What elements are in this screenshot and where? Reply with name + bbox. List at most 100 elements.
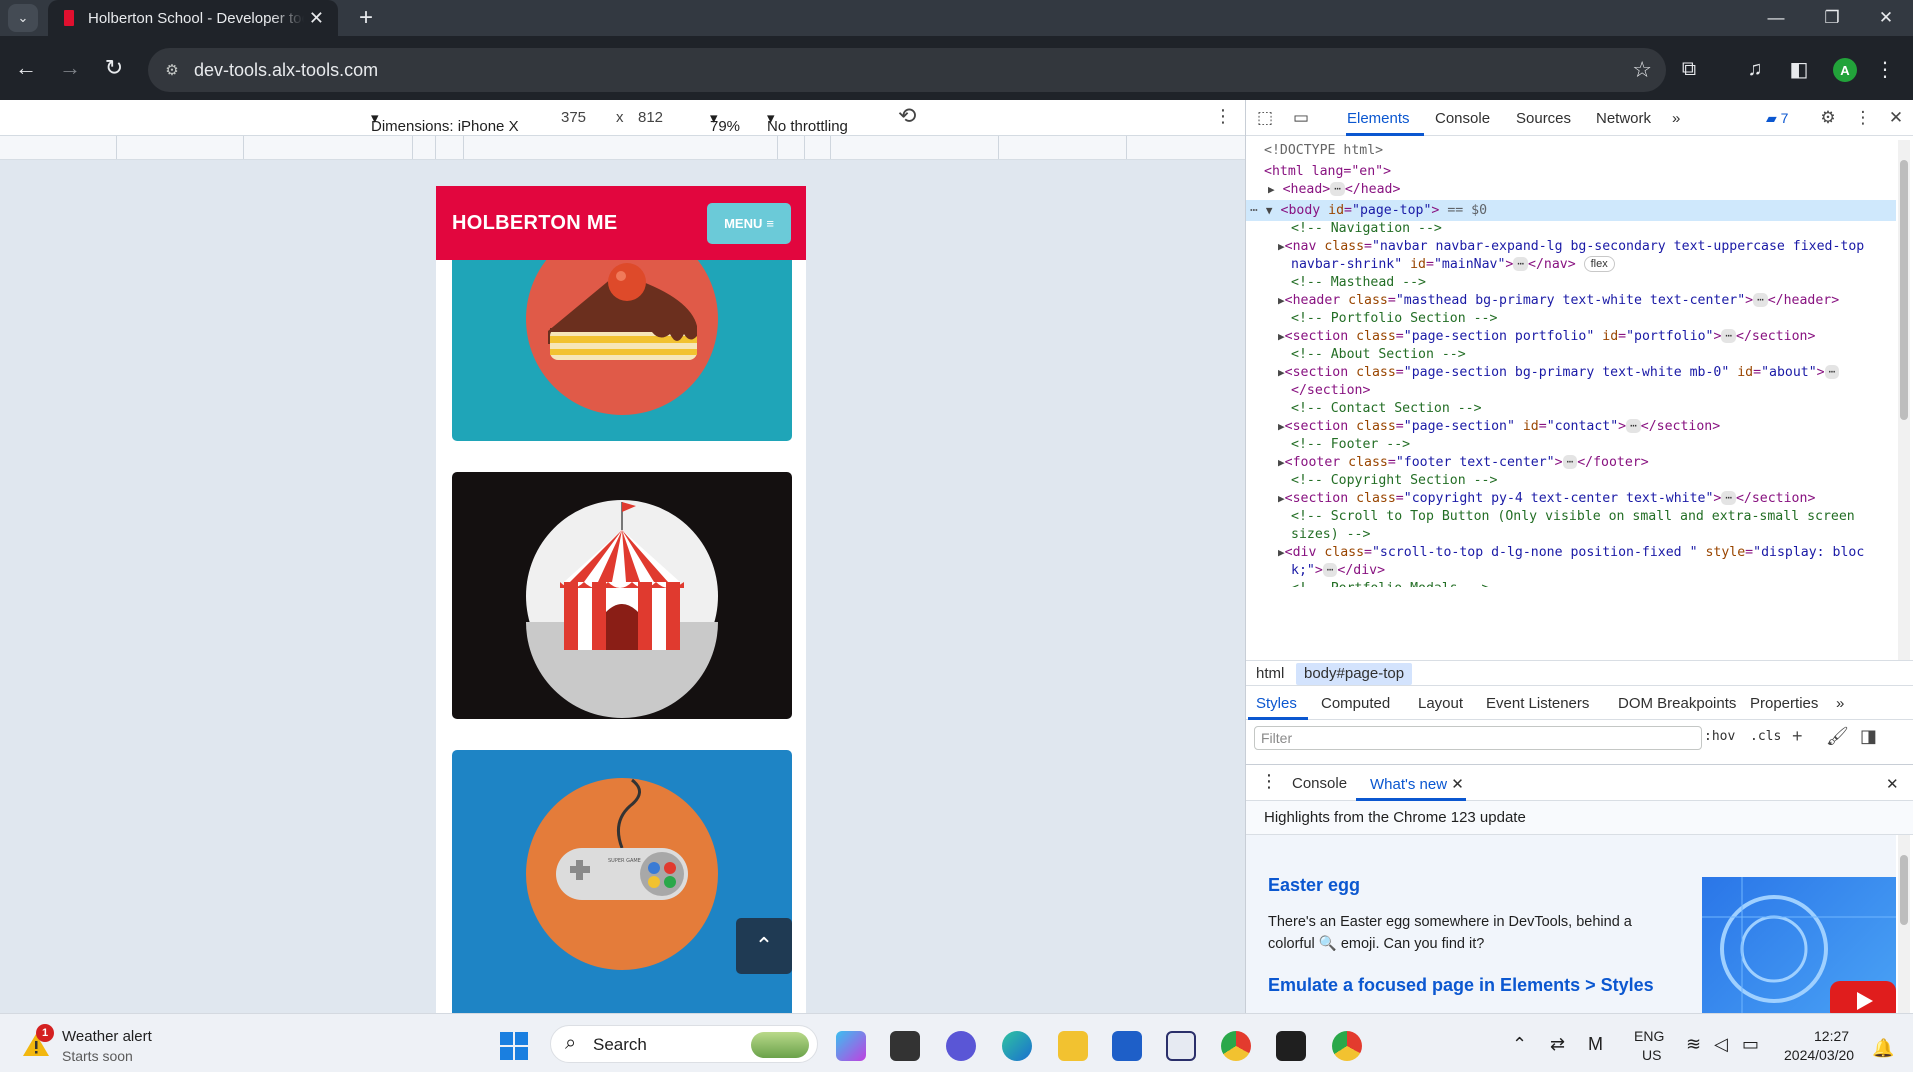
address-bar[interactable]: ⚙ dev-tools.alx-tools.com ☆ bbox=[148, 48, 1666, 92]
rotate-icon[interactable]: ⟲ bbox=[898, 103, 916, 129]
easter-egg-title[interactable]: Easter egg bbox=[1268, 875, 1360, 896]
wifi-icon[interactable]: ≋ bbox=[1686, 1034, 1701, 1055]
taskbar-search[interactable]: ⌕ Search bbox=[550, 1025, 818, 1063]
hov-toggle[interactable]: :hov bbox=[1704, 729, 1735, 744]
collapse-arrow-icon[interactable]: ▼ bbox=[1266, 204, 1273, 217]
drawer-tab-whats-new[interactable]: What's new ✕ bbox=[1370, 775, 1464, 793]
row-menu-dots-icon[interactable]: ⋯ bbox=[1250, 203, 1258, 218]
device-toggle-icon[interactable]: ▭ bbox=[1290, 107, 1312, 129]
paint-brush-icon[interactable]: 🖌 bbox=[1826, 726, 1849, 747]
drawer-scrollbar-thumb[interactable] bbox=[1900, 855, 1908, 925]
minimize-button[interactable]: — bbox=[1750, 0, 1802, 36]
reload-button[interactable]: ↻ bbox=[100, 54, 128, 82]
device-dimensions-select[interactable]: Dimensions: iPhone X ▾ bbox=[371, 109, 519, 135]
styles-filter-input[interactable]: Filter bbox=[1254, 726, 1702, 750]
windows-start-icon[interactable] bbox=[500, 1032, 528, 1060]
breadcrumb-html[interactable]: html bbox=[1256, 665, 1284, 682]
inspect-element-icon[interactable]: ⬚ bbox=[1254, 107, 1276, 129]
tab-search-button[interactable]: ⌄ bbox=[8, 4, 38, 32]
terminal-icon[interactable] bbox=[1276, 1031, 1306, 1061]
browser-tab[interactable]: Holberton School - Developer tools ✕ bbox=[48, 0, 338, 36]
tray-mail-icon[interactable]: M bbox=[1588, 1034, 1603, 1055]
settings-gear-icon[interactable]: ⚙ bbox=[1817, 107, 1839, 129]
bookmark-star-icon[interactable]: ☆ bbox=[1632, 57, 1652, 83]
back-button[interactable]: ← bbox=[12, 54, 40, 82]
copilot-icon[interactable] bbox=[836, 1031, 866, 1061]
portfolio-item-circus[interactable] bbox=[452, 472, 792, 719]
media-controls-icon[interactable]: ♫ bbox=[1742, 56, 1768, 82]
drawer-tab-console[interactable]: Console bbox=[1292, 775, 1347, 792]
chrome-icon[interactable] bbox=[1221, 1031, 1251, 1061]
weather-subtitle[interactable]: Starts soon bbox=[62, 1048, 133, 1064]
file-explorer-icon[interactable] bbox=[1058, 1031, 1088, 1061]
emulate-focused-title[interactable]: Emulate a focused page in Elements > Sty… bbox=[1268, 975, 1654, 996]
microsoft-store-icon[interactable] bbox=[1112, 1031, 1142, 1061]
tab-elements[interactable]: Elements bbox=[1347, 110, 1410, 127]
drawer-scrollbar[interactable] bbox=[1898, 835, 1910, 1014]
tab-sources[interactable]: Sources bbox=[1516, 110, 1571, 127]
more-style-tabs-icon[interactable]: » bbox=[1836, 695, 1844, 712]
tab-dom-breakpoints[interactable]: DOM Breakpoints bbox=[1618, 695, 1736, 712]
dom-doctype[interactable]: <!DOCTYPE html> bbox=[1264, 140, 1383, 161]
clock-date[interactable]: 2024/03/20 bbox=[1784, 1047, 1854, 1063]
cls-toggle[interactable]: .cls bbox=[1750, 729, 1781, 744]
menu-button[interactable]: MENU ≡ bbox=[707, 203, 791, 244]
task-view-icon[interactable] bbox=[890, 1031, 920, 1061]
drawer-menu-icon[interactable]: ⋮ bbox=[1260, 771, 1278, 792]
close-tab-icon[interactable]: ✕ bbox=[1451, 776, 1464, 793]
app-icon[interactable] bbox=[1166, 1031, 1196, 1061]
profile-avatar[interactable]: A bbox=[1833, 58, 1857, 82]
tray-chevron-icon[interactable]: ⌃ bbox=[1512, 1034, 1527, 1055]
chrome-profile-icon[interactable] bbox=[1332, 1031, 1362, 1061]
tray-app-icon[interactable]: ⇄ bbox=[1550, 1034, 1565, 1055]
flex-badge[interactable]: flex bbox=[1583, 256, 1615, 272]
site-brand[interactable]: HOLBERTON ME bbox=[452, 212, 617, 235]
sidebar-toggle-icon[interactable]: ◨ bbox=[1860, 726, 1877, 747]
tab-computed[interactable]: Computed bbox=[1321, 695, 1390, 712]
width-input[interactable]: 375 bbox=[561, 109, 586, 126]
device-more-icon[interactable]: ⋮ bbox=[1214, 106, 1232, 127]
tab-close-icon[interactable]: ✕ bbox=[309, 8, 324, 29]
dom-scrollbar[interactable] bbox=[1898, 140, 1910, 660]
media-query-ruler[interactable] bbox=[0, 136, 1245, 160]
issues-counter[interactable]: ▰ 7 bbox=[1766, 110, 1788, 127]
forward-button[interactable]: → bbox=[56, 54, 84, 82]
dom-comment[interactable]: <!-- Portfolio Modals --> bbox=[1291, 578, 1490, 587]
tab-layout[interactable]: Layout bbox=[1418, 695, 1463, 712]
language-primary[interactable]: ENG bbox=[1634, 1028, 1664, 1044]
dom-scrollbar-thumb[interactable] bbox=[1900, 160, 1908, 420]
url-text[interactable]: dev-tools.alx-tools.com bbox=[194, 60, 378, 81]
dom-comment[interactable]: <!-- Scroll to Top Button (Only visible … bbox=[1291, 506, 1855, 527]
breadcrumb-body[interactable]: body#page-top bbox=[1296, 663, 1413, 685]
site-settings-icon[interactable]: ⚙ bbox=[162, 60, 182, 80]
devtools-more-icon[interactable]: ⋮ bbox=[1852, 107, 1874, 129]
notification-bell-icon[interactable]: 🔔 bbox=[1872, 1038, 1894, 1059]
ellipsis-badge[interactable]: ⋯ bbox=[1330, 182, 1345, 196]
close-window-button[interactable]: ✕ bbox=[1860, 0, 1912, 36]
extensions-icon[interactable]: ⧉ bbox=[1676, 56, 1702, 82]
tab-network[interactable]: Network bbox=[1596, 110, 1651, 127]
tab-event-listeners[interactable]: Event Listeners bbox=[1486, 695, 1589, 712]
restore-button[interactable]: ❐ bbox=[1806, 0, 1858, 36]
expand-arrow-icon[interactable]: ▶ bbox=[1268, 183, 1275, 196]
whats-new-video-thumbnail[interactable] bbox=[1702, 877, 1896, 1014]
clock-time[interactable]: 12:27 bbox=[1814, 1028, 1849, 1044]
tab-console[interactable]: Console bbox=[1435, 110, 1490, 127]
new-tab-button[interactable]: + bbox=[352, 4, 380, 32]
battery-icon[interactable]: ▭ bbox=[1742, 1034, 1759, 1055]
close-drawer-icon[interactable]: ✕ bbox=[1886, 775, 1899, 793]
tab-properties[interactable]: Properties bbox=[1750, 695, 1818, 712]
youtube-play-icon[interactable] bbox=[1830, 981, 1896, 1014]
edge-icon[interactable] bbox=[1002, 1031, 1032, 1061]
tab-styles[interactable]: Styles bbox=[1256, 695, 1297, 712]
teams-chat-icon[interactable] bbox=[946, 1031, 976, 1061]
new-style-rule-icon[interactable]: + bbox=[1792, 726, 1803, 747]
volume-icon[interactable]: ◁ bbox=[1714, 1034, 1728, 1055]
more-menu-icon[interactable]: ⋮ bbox=[1872, 56, 1898, 82]
zoom-select[interactable]: 79% ▾ bbox=[710, 109, 740, 135]
more-tabs-icon[interactable]: » bbox=[1672, 110, 1680, 127]
height-input[interactable]: 812 bbox=[638, 109, 663, 126]
scroll-to-top-button[interactable]: ⌃ bbox=[736, 918, 792, 974]
close-devtools-icon[interactable]: ✕ bbox=[1885, 107, 1907, 129]
weather-title[interactable]: Weather alert bbox=[62, 1028, 152, 1045]
